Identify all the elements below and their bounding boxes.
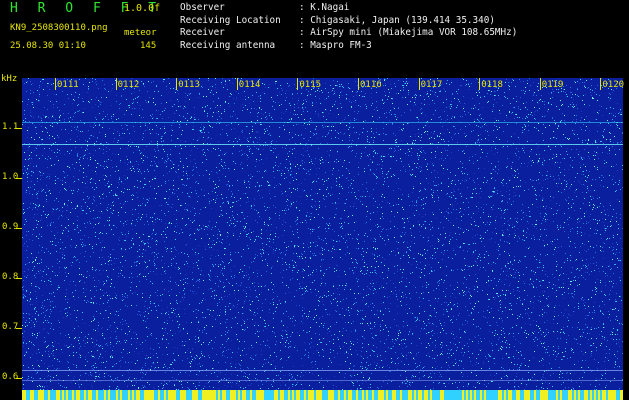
y-tick-mark — [16, 378, 22, 379]
x-tick-label: 0114 — [238, 80, 261, 90]
x-tick-mark — [358, 78, 359, 90]
y-tick-mark — [16, 328, 22, 329]
x-tick-label: 0113 — [178, 80, 200, 90]
x-tick-mark — [297, 78, 299, 90]
y-tick-label: 0.6 — [2, 372, 19, 382]
y-tick-mark — [16, 178, 22, 179]
observer-row: Observer: K.Nagai — [180, 2, 350, 13]
x-tick-mark — [479, 78, 481, 90]
spectrogram-plot — [22, 78, 623, 400]
x-tick-mark — [539, 78, 541, 90]
x-tick-label: 0119 — [541, 80, 564, 90]
spectrogram-canvas — [22, 78, 623, 400]
y-tick-mark — [16, 278, 22, 279]
location-label: Receiving Location — [180, 14, 281, 26]
x-tick-label: 0115 — [299, 80, 322, 90]
y-axis-unit: kHz — [1, 74, 18, 84]
antenna-row: Receiving antenna: Maspro FM-3 — [180, 39, 372, 51]
x-tick-mark — [115, 78, 117, 90]
x-tick-mark — [55, 78, 56, 90]
receiver-label: Receiver — [180, 27, 225, 39]
x-tick-label: 0118 — [481, 80, 503, 90]
receiver-value: AirSpy mini (Miakejima VOR 108.65MHz) — [310, 27, 518, 39]
observer-value: K.Nagai — [310, 2, 350, 13]
meteor-label: meteor — [124, 28, 157, 38]
receiver-row: Receiver: AirSpy mini (Miakejima VOR 108… — [180, 27, 518, 39]
observation-info: Observer: K.Nagai Receiving Location: Ch… — [180, 2, 517, 52]
y-tick-mark — [16, 228, 22, 229]
file-name: KN9_2508300110.png — [10, 23, 108, 33]
y-tick-label: 1.0 — [2, 172, 19, 182]
version-label: 1.0.0f — [124, 3, 161, 14]
y-tick-mark — [16, 128, 22, 129]
location-row: Receiving Location: Chigasaki, Japan (13… — [180, 14, 495, 26]
y-tick-label: 0.8 — [2, 272, 19, 282]
x-tick-mark — [600, 78, 602, 90]
header-panel: H R O F F T 1.0.0f KN9_2508300110.png me… — [0, 0, 629, 74]
antenna-label: Receiving antenna — [180, 39, 276, 51]
location-value: Chigasaki, Japan (139.414 35.340) — [310, 14, 495, 26]
x-tick-label: 0117 — [420, 80, 443, 90]
x-tick-label: 0111 — [57, 80, 79, 90]
x-tick-mark — [236, 78, 238, 90]
datetime-label: 25.08.30 01:10 — [10, 41, 86, 51]
antenna-value: Maspro FM-3 — [310, 39, 372, 51]
y-tick-label: 0.9 — [2, 222, 19, 232]
y-tick-label: 1.1 — [2, 122, 19, 132]
meteor-count: 145 — [140, 41, 157, 51]
x-tick-label: 0116 — [360, 80, 382, 90]
x-tick-mark — [176, 78, 178, 90]
x-tick-label: 0120 — [602, 80, 625, 90]
x-tick-label: 0112 — [117, 80, 140, 90]
y-tick-label: 0.7 — [2, 322, 19, 332]
x-tick-mark — [418, 78, 420, 90]
observer-label: Observer — [180, 2, 225, 13]
